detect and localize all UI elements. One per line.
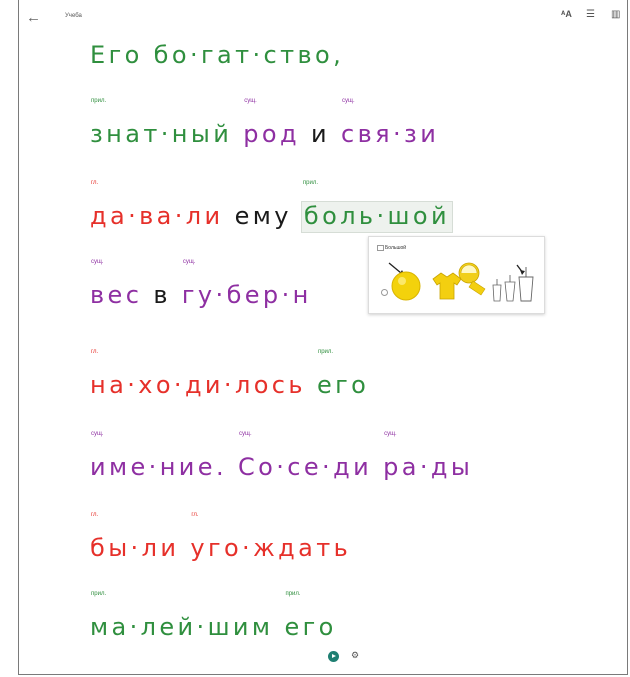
word[interactable]: сущ. род	[243, 98, 300, 148]
word[interactable]: сущ. име·ние.	[90, 431, 227, 481]
pos-tag: прил.	[285, 591, 301, 597]
pos-tag: сущ.	[91, 431, 104, 437]
word[interactable]: сущ. ра·ды	[383, 431, 474, 481]
word[interactable]: и	[311, 120, 330, 148]
text-line-8: прил. ма·лей·шим прил. его	[90, 591, 337, 641]
pos-tag: сущ.	[384, 431, 397, 437]
word-text: ма·лей·шим	[90, 613, 274, 641]
word-text: уго·ждать	[190, 534, 352, 562]
word-definition-popup[interactable]: Большой	[368, 236, 545, 314]
pos-tag: прил.	[91, 98, 107, 104]
bottom-bar: ⚙	[19, 644, 627, 672]
pos-tag: сущ.	[342, 98, 355, 104]
text-line-6: сущ. име·ние. сущ. Со·се·ди сущ. ра·ды	[90, 431, 474, 481]
pos-tag: прил.	[317, 349, 334, 355]
text-line-2: прил. знат·ный сущ. род и сущ. свя·зи	[90, 98, 440, 148]
word[interactable]: гл. да·ва·ли	[90, 180, 224, 230]
pos-tag: сущ.	[239, 431, 252, 437]
pos-tag: гл.	[191, 512, 199, 518]
word[interactable]: прил. ма·лей·шим	[90, 591, 274, 641]
pos-tag: прил.	[302, 180, 319, 186]
reading-text: Его бо·гат·ство, прил. знат·ный сущ. род и…	[19, 0, 627, 674]
word[interactable]: сущ. вес	[90, 259, 143, 309]
word-text: боль·шой	[303, 202, 450, 230]
play-icon[interactable]	[328, 651, 339, 662]
word[interactable]: гл. на·хо·ди·лось	[90, 349, 306, 399]
word[interactable]: Его бо·гат·ство,	[90, 41, 344, 69]
word-text: Со·се·ди	[238, 453, 373, 481]
word-selected[interactable]: прил. боль·шой	[300, 180, 453, 233]
reader-window: ← Учеба ᴬA ☰ ▥ Его бо·гат·ство, прил. зна…	[18, 0, 628, 675]
text-line-7: гл. бы·ли гл. уго·ждать	[90, 512, 352, 562]
text-line-1: Его бо·гат·ство,	[90, 41, 344, 69]
word[interactable]: прил. знат·ный	[90, 98, 233, 148]
word-text: на·хо·ди·лось	[90, 371, 306, 399]
word-text: знат·ный	[90, 120, 233, 148]
text-line-4: сущ. вес в сущ. гу·бер·н	[90, 259, 312, 309]
text-line-3: гл. да·ва·ли ему прил. боль·шой	[90, 180, 453, 233]
word-text: име·ние.	[90, 453, 227, 481]
word-text: ра·ды	[383, 453, 474, 481]
word-text: свя·зи	[341, 120, 440, 148]
text-line-5: гл. на·хо·ди·лось прил. его	[90, 349, 370, 399]
settings-icon[interactable]: ⚙	[351, 650, 359, 661]
word[interactable]: ему	[235, 202, 292, 230]
word-text: гу·бер·н	[181, 281, 312, 309]
pos-tag: сущ.	[91, 259, 104, 265]
word-text: его	[284, 613, 337, 641]
word-text: бы·ли	[90, 534, 180, 562]
pos-tag: прил.	[91, 591, 107, 597]
word[interactable]: сущ. гу·бер·н	[181, 259, 312, 309]
word-text: да·ва·ли	[90, 202, 224, 230]
word[interactable]: прил. его	[316, 349, 370, 399]
pos-tag: сущ.	[182, 259, 196, 265]
pos-tag: гл.	[91, 512, 99, 518]
word-text: род	[243, 120, 300, 148]
illustration-big-icon	[388, 262, 534, 302]
word-text: его	[316, 371, 370, 399]
pos-tag: гл.	[91, 349, 99, 355]
word[interactable]: гл. бы·ли	[90, 512, 180, 562]
pos-tag: гл.	[91, 180, 99, 186]
word[interactable]: прил. его	[284, 591, 337, 641]
word[interactable]: в	[153, 281, 171, 309]
word[interactable]: гл. уго·ждать	[190, 512, 352, 562]
word[interactable]: сущ. Со·се·ди	[238, 431, 373, 481]
word-text: вес	[90, 281, 143, 309]
word[interactable]: сущ. свя·зи	[341, 98, 440, 148]
pos-tag: сущ.	[244, 98, 257, 104]
